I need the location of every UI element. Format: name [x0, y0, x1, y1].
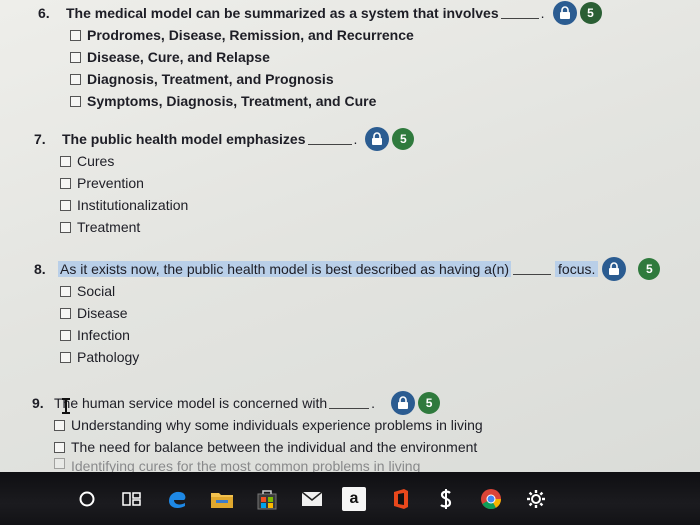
option-label: Diagnosis, Treatment, and Prognosis	[87, 71, 334, 87]
taskbar: a	[0, 472, 700, 525]
option[interactable]: Cures	[60, 150, 414, 172]
question-7: 7. The public health model emphasizes . …	[34, 127, 415, 238]
question-prompt: The human service model is concerned wit…	[54, 395, 328, 411]
question-prompt: The medical model can be summarized as a…	[66, 5, 499, 21]
option-label: Prodromes, Disease, Remission, and Recur…	[87, 27, 414, 43]
option-label: Social	[77, 283, 116, 299]
options-list: Understanding why some individuals exper…	[54, 414, 483, 472]
option-label: Treatment	[77, 219, 141, 235]
points-badge[interactable]: 5	[418, 392, 441, 414]
checkbox[interactable]	[54, 419, 65, 431]
question-number: 7.	[34, 131, 46, 147]
file-explorer-icon[interactable]	[207, 484, 237, 514]
options-list: Cures Prevention Institutionalization Tr…	[60, 150, 414, 238]
option-label: Institutionalization	[77, 197, 189, 213]
lock-icon[interactable]	[552, 1, 577, 25]
task-view-icon[interactable]	[117, 484, 147, 514]
question-number: 6.	[38, 5, 50, 21]
option-label: Symptoms, Diagnosis, Treatment, and Cure	[87, 93, 377, 109]
answer-blank	[307, 133, 352, 145]
option[interactable]: The need for balance between the individ…	[54, 436, 483, 458]
question-6: 6. The medical model can be summarized a…	[38, 1, 602, 112]
answer-blank	[513, 263, 552, 275]
checkbox[interactable]	[60, 221, 71, 233]
checkbox[interactable]	[70, 73, 81, 85]
option-label: Infection	[77, 327, 130, 343]
option[interactable]: Identifying cures for the most common pr…	[54, 458, 483, 472]
checkbox[interactable]	[54, 458, 65, 469]
cortana-icon[interactable]	[72, 484, 102, 514]
store-icon[interactable]	[252, 484, 282, 514]
answer-blank	[329, 397, 370, 409]
amazon-label: a	[349, 489, 359, 507]
option[interactable]: Prevention	[60, 172, 414, 194]
question-number: 9.	[32, 395, 44, 411]
option-label: Pathology	[77, 349, 140, 365]
options-list: Prodromes, Disease, Remission, and Recur…	[70, 24, 602, 112]
question-8: 8. As it exists now, the public health m…	[34, 257, 661, 368]
option[interactable]: Infection	[60, 324, 660, 346]
lock-icon[interactable]	[365, 127, 390, 151]
option-label: The need for balance between the individ…	[71, 439, 478, 455]
option-label: Prevention	[77, 175, 144, 191]
option[interactable]: Diagnosis, Treatment, and Prognosis	[70, 68, 602, 90]
options-list: Social Disease Infection Pathology	[60, 280, 660, 368]
amazon-icon[interactable]: a	[342, 486, 366, 511]
checkbox[interactable]	[60, 285, 71, 297]
checkbox[interactable]	[70, 51, 81, 63]
checkbox[interactable]	[60, 307, 71, 319]
lock-icon[interactable]	[391, 391, 416, 415]
option[interactable]: Disease	[60, 302, 660, 324]
checkbox[interactable]	[60, 177, 71, 189]
checkbox[interactable]	[70, 29, 81, 41]
checkbox[interactable]	[60, 155, 71, 167]
checkbox[interactable]	[60, 329, 71, 341]
lock-icon[interactable]	[602, 257, 627, 281]
option[interactable]: Social	[60, 280, 660, 302]
points-badge[interactable]: 5	[579, 2, 602, 24]
question-9: 9. The human service model is concerned …	[32, 391, 483, 472]
option[interactable]: Institutionalization	[60, 194, 414, 216]
points-badge[interactable]: 5	[392, 128, 415, 150]
option[interactable]: Disease, Cure, and Relapse	[70, 46, 602, 68]
question-suffix: focus.	[555, 261, 599, 277]
option[interactable]: Treatment	[60, 216, 414, 238]
chrome-icon[interactable]	[476, 484, 506, 514]
question-number: 8.	[34, 261, 46, 277]
points-badge[interactable]: 5	[638, 258, 661, 280]
answer-blank	[500, 7, 539, 19]
question-prompt: The public health model emphasizes	[62, 131, 306, 147]
office-icon[interactable]	[386, 484, 416, 514]
text-cursor	[62, 398, 70, 414]
mail-icon[interactable]	[297, 484, 327, 514]
option-label: Disease	[77, 305, 128, 321]
option-label: Identifying cures for the most common pr…	[71, 458, 421, 472]
option[interactable]: Understanding why some individuals exper…	[54, 414, 483, 436]
option-label: Cures	[77, 153, 115, 169]
edge-icon[interactable]	[162, 484, 192, 514]
option[interactable]: Prodromes, Disease, Remission, and Recur…	[70, 24, 602, 46]
checkbox[interactable]	[60, 351, 71, 363]
question-prompt: As it exists now, the public health mode…	[58, 261, 512, 277]
settings-icon[interactable]	[521, 484, 551, 514]
checkbox[interactable]	[70, 95, 81, 107]
option-label: Disease, Cure, and Relapse	[87, 49, 270, 65]
option[interactable]: Symptoms, Diagnosis, Treatment, and Cure	[70, 90, 602, 112]
option[interactable]: Pathology	[60, 346, 660, 368]
checkbox[interactable]	[60, 199, 71, 211]
option-label: Understanding why some individuals exper…	[71, 417, 483, 433]
checkbox[interactable]	[54, 441, 65, 453]
dollar-icon[interactable]	[431, 484, 461, 514]
